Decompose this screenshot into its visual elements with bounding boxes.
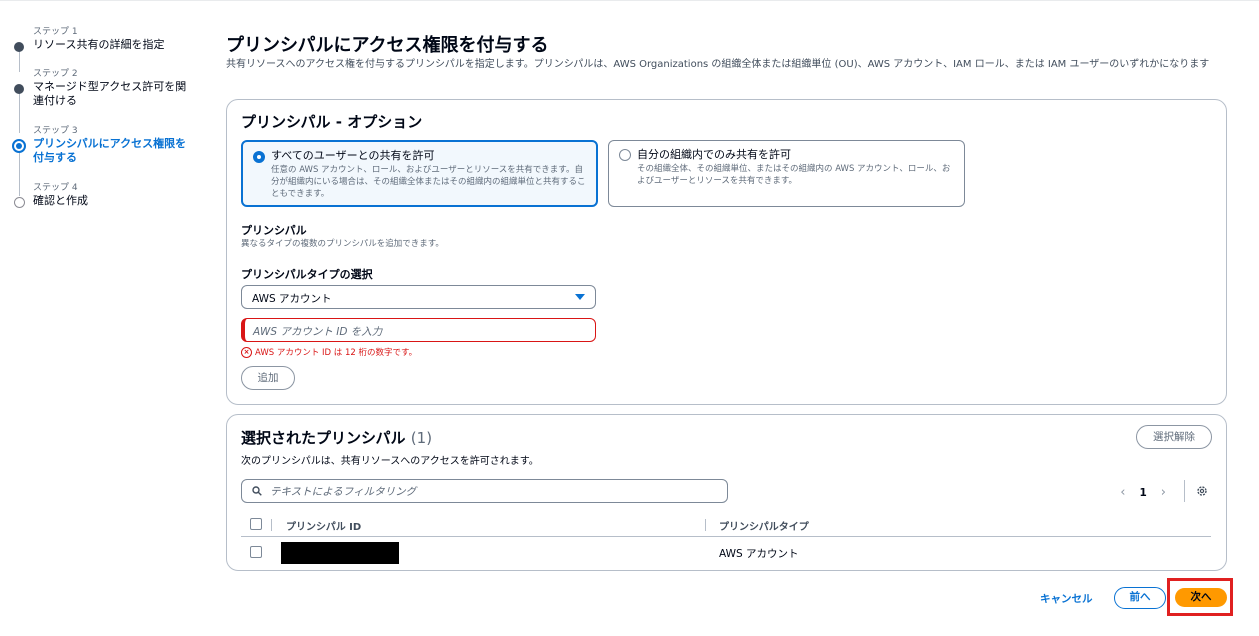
step-done-icon	[14, 42, 24, 52]
top-divider	[0, 0, 1259, 1]
validation-error: × AWS アカウント ID は 12 桁の数字です。	[241, 346, 417, 358]
next-button-highlight: 次へ	[1167, 578, 1233, 616]
table-header: プリンシパル ID プリンシパルタイプ	[241, 515, 1211, 537]
step-3[interactable]: ステップ 3 プリンシパルにアクセス権限を付与する	[10, 125, 190, 165]
column-header-principal-id[interactable]: プリンシパル ID	[286, 518, 361, 533]
column-header-principal-type[interactable]: プリンシパルタイプ	[719, 518, 809, 533]
step-2[interactable]: ステップ 2 マネージド型アクセス許可を関連付ける	[10, 68, 190, 108]
next-button[interactable]: 次へ	[1175, 588, 1227, 607]
filter-input[interactable]: テキストによるフィルタリング	[241, 479, 728, 503]
principal-label: プリンシパル	[241, 224, 307, 237]
tile-allow-everyone[interactable]: すべてのユーザーとの共有を許可 任意の AWS アカウント、ロール、およびユーザ…	[241, 140, 598, 207]
tile-description: 任意の AWS アカウント、ロール、およびユーザーとリソースを共有できます。自分…	[271, 165, 586, 199]
input-placeholder: AWS アカウント ID を入力	[253, 326, 383, 338]
search-icon	[252, 486, 262, 496]
step-pending-icon	[13, 197, 25, 208]
column-divider	[705, 519, 706, 531]
step-number: ステップ 4	[33, 183, 78, 193]
page-number[interactable]: 1	[1139, 487, 1146, 499]
step-number: ステップ 2	[33, 69, 78, 79]
pagination: ‹ 1 ›	[1120, 485, 1166, 500]
clear-selection-button[interactable]: 選択解除	[1136, 425, 1212, 449]
step-4: ステップ 4 確認と作成	[10, 182, 88, 208]
radio-selected-icon[interactable]	[253, 151, 265, 163]
page-title: プリンシパルにアクセス権限を付与する	[226, 35, 549, 56]
error-icon: ×	[241, 346, 252, 358]
select-value: AWS アカウント	[252, 293, 332, 305]
tile-org-only[interactable]: 自分の組織内でのみ共有を許可 その組織全体、その組織単位、またはその組織内の A…	[608, 140, 965, 207]
panel-description: 次のプリンシパルは、共有リソースへのアクセスを許可されます。	[241, 456, 539, 467]
caret-down-icon	[575, 294, 585, 300]
step-1[interactable]: ステップ 1 リソース共有の詳細を指定	[10, 26, 164, 52]
page-description: 共有リソースへのアクセス権を付与するプリンシパルを指定します。プリンシパルは、A…	[226, 59, 1210, 70]
account-id-input[interactable]: AWS アカウント ID を入力	[241, 318, 596, 342]
row-checkbox[interactable]	[250, 546, 262, 558]
panel-count: (1)	[410, 429, 433, 447]
panel-title: 選択されたプリンシパル (1)	[241, 427, 432, 448]
principal-type-label: プリンシパルタイプの選択	[241, 268, 373, 281]
step-label: プリンシパルにアクセス権限を付与する	[33, 137, 187, 164]
tile-description: その組織全体、その組織単位、またはその組織内の AWS アカウント、ロール、およ…	[637, 164, 951, 186]
column-divider	[271, 519, 272, 531]
gear-icon[interactable]	[1196, 485, 1208, 497]
tile-label: すべてのユーザーとの共有を許可	[271, 149, 435, 162]
add-button[interactable]: 追加	[241, 366, 295, 390]
panel-title: プリンシパル - オプション	[241, 113, 423, 131]
principal-type-select[interactable]: AWS アカウント	[241, 285, 596, 309]
table-row: AWS アカウント	[241, 538, 1211, 566]
step-number: ステップ 1	[33, 27, 78, 37]
step-label: リソース共有の詳細を指定	[33, 38, 165, 51]
step-label: 確認と作成	[33, 194, 88, 207]
pager-divider	[1184, 480, 1185, 502]
step-number: ステップ 3	[33, 126, 78, 136]
principal-description: 異なるタイプの複数のプリンシパルを追加できます。	[241, 239, 444, 249]
chevron-right-icon[interactable]: ›	[1161, 485, 1166, 500]
step-label: マネージド型アクセス許可を関連付ける	[33, 80, 187, 107]
principal-options-panel: プリンシパル - オプション すべてのユーザーとの共有を許可 任意の AWS ア…	[226, 99, 1227, 405]
panel-title-text: 選択されたプリンシパル	[241, 429, 406, 447]
previous-button[interactable]: 前へ	[1114, 587, 1166, 609]
chevron-left-icon[interactable]: ‹	[1120, 485, 1125, 500]
error-text: AWS アカウント ID は 12 桁の数字です。	[255, 348, 418, 358]
radio-unselected-icon[interactable]	[619, 149, 631, 161]
step-done-icon	[14, 84, 24, 94]
cancel-button[interactable]: キャンセル	[1040, 591, 1093, 606]
selected-principals-panel: 選択されたプリンシパル (1) 選択解除 次のプリンシパルは、共有リソースへのア…	[226, 414, 1227, 571]
tile-label: 自分の組織内でのみ共有を許可	[637, 148, 791, 161]
filter-placeholder: テキストによるフィルタリング	[270, 486, 417, 498]
redacted-principal-id	[281, 542, 399, 564]
select-all-checkbox[interactable]	[250, 518, 262, 530]
step-current-icon	[12, 139, 26, 153]
row-principal-type: AWS アカウント	[719, 548, 799, 560]
